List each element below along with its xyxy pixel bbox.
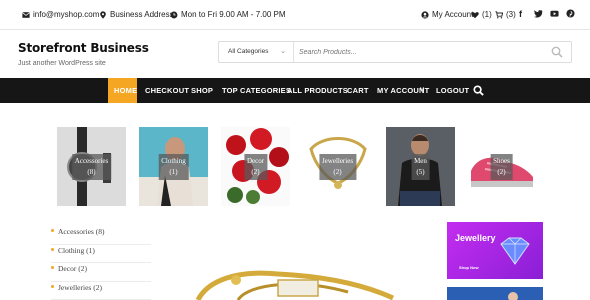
category-tile-men[interactable]: Men (5) [386,127,455,206]
category-label: Accessories (8) [71,153,112,180]
top-info-bar: info@myshop.com Business Address Mon to … [0,0,590,30]
diamond-image [500,237,530,265]
facebook-icon[interactable]: f [519,9,529,19]
bullet-icon [51,229,54,232]
nav-item-top-categories[interactable]: TOP CATEGORIES [222,78,291,103]
secondary-promo-banner[interactable] [447,287,543,300]
address-info: Business Address [99,10,174,19]
nav-item-home[interactable]: HOME [114,78,137,103]
my-account-text: My Account [432,10,474,19]
nav-item-cart[interactable]: CART [347,78,369,103]
jewellery-promo-banner[interactable]: Jewellery Shop Now [447,222,543,279]
pinterest-icon[interactable] [566,9,576,18]
email-contact[interactable]: info@myshop.com [22,10,99,19]
map-marker-icon [100,10,106,19]
site-title[interactable]: Storefront Business [18,41,149,55]
clock-icon [170,11,178,18]
category-label: Clothing (1) [158,153,189,180]
hours-info: Mon to Fri 9.00 AM - 7.00 PM [170,10,285,19]
category-select-value: All Categories [228,48,269,55]
category-label: Men (5) [411,153,430,180]
nav-item-shop[interactable]: SHOP [191,78,213,103]
promo-title: Jewellery [455,233,496,243]
search-icon[interactable] [473,85,484,96]
site-tagline: Just another WordPress site [18,60,106,67]
category-tile-jewelleries[interactable]: Jewelleries (2) [303,127,372,206]
my-account-link[interactable]: My Account [421,10,473,19]
chevron-down-icon: ⌄ [280,48,286,55]
category-label: Shoes (2) [490,153,513,180]
shop-now-button[interactable]: Shop Now [459,265,479,270]
bullet-icon [51,247,54,251]
nav-item-all-products[interactable]: ALL PRODUCTS [287,78,348,103]
category-tile-shoes[interactable]: Shoes (2) [467,127,536,206]
category-tile-clothing[interactable]: Clothing (1) [139,127,208,206]
nav-item-checkout[interactable]: CHECKOUT [145,78,189,103]
bullet-icon [51,284,54,288]
list-item[interactable]: Decor (2) [51,263,151,282]
featured-product-image[interactable] [178,262,408,300]
cart-count: (3) [506,10,516,19]
hours-text: Mon to Fri 9.00 AM - 7.00 PM [181,10,286,19]
nav-item-logout[interactable]: LOGOUT [436,78,469,103]
youtube-icon[interactable] [550,9,560,18]
product-search-bar: All Categories ⌄ [218,41,572,63]
product-category-list: Accessories (8) Clothing (1) Decor (2) J… [51,226,151,300]
heart-icon [471,11,479,18]
main-navigation: HOME CHECKOUT SHOP TOP CATEGORIES ALL PR… [0,78,590,103]
twitter-icon[interactable] [534,9,544,18]
cart-icon [495,10,503,19]
email-text: info@myshop.com [33,10,100,19]
wishlist-link[interactable]: (1) [471,10,492,19]
category-label: Jewelleries (2) [318,153,357,180]
address-text: Business Address [110,10,174,19]
category-tile-accessories[interactable]: Accessories (8) [57,127,126,206]
chevron-down-icon: ˅ [420,87,425,94]
wishlist-count: (1) [482,10,492,19]
category-select[interactable]: All Categories ⌄ [219,42,294,62]
promo-image [447,287,543,300]
search-icon[interactable] [551,46,563,58]
list-item[interactable]: Jewelleries (2) [51,282,151,300]
bullet-icon [51,266,54,269]
search-input[interactable] [297,42,537,62]
list-item[interactable]: Accessories (8) [51,226,151,245]
user-circle-icon [421,10,429,19]
category-label: Decor (2) [243,153,268,180]
list-item[interactable]: Clothing (1) [51,245,151,263]
cart-link[interactable]: (3) [495,10,516,19]
envelope-icon [22,11,30,18]
category-tile-decor[interactable]: Decor (2) [221,127,290,206]
